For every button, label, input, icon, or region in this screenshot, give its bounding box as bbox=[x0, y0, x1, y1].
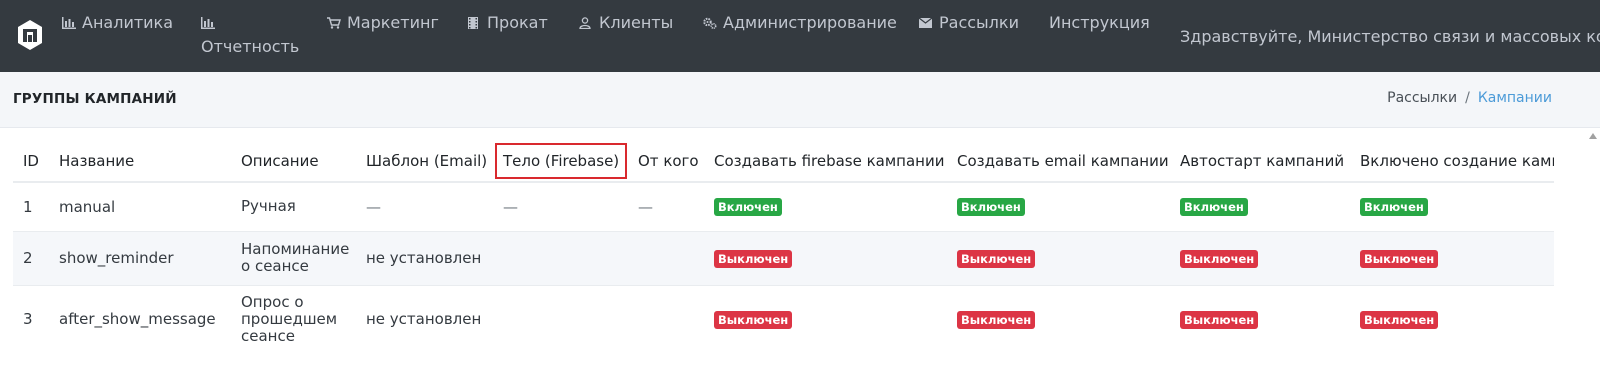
cell-autostart: Включен bbox=[1170, 181, 1350, 231]
cell-description: Ручная bbox=[231, 181, 356, 231]
cell-autostart: Выключен bbox=[1170, 230, 1350, 285]
nav-item-marketing[interactable]: Маркетинг bbox=[327, 14, 439, 32]
table-header-row: ID Название Описание Шаблон (Email) Тело… bbox=[13, 141, 1554, 183]
cell-name: manual bbox=[49, 181, 231, 231]
status-badge: Выключен bbox=[714, 310, 793, 329]
top-navbar: Аналитика Отчетность Маркетинг Прокат Кл… bbox=[0, 0, 1600, 72]
status-badge: Включен bbox=[1360, 198, 1428, 217]
cell-body-firebase bbox=[493, 230, 628, 285]
cell-description: Опрос о прошедшем сеансе bbox=[231, 284, 356, 353]
brand-logo[interactable] bbox=[17, 19, 43, 51]
status-badge: Выключен bbox=[957, 310, 1036, 329]
nav-label-administration: Администрирование bbox=[723, 13, 897, 32]
cart-icon bbox=[327, 17, 341, 29]
table-row[interactable]: 1 manual Ручная — — — Включен Включен Вк… bbox=[13, 181, 1554, 231]
status-badge: Выключен bbox=[1360, 249, 1439, 268]
nav-label-reports: Отчетность bbox=[201, 37, 300, 56]
cell-create-firebase: Включен bbox=[704, 181, 947, 231]
page-title: ГРУППЫ КАМПАНИЙ bbox=[13, 91, 177, 107]
campaign-groups-table-container: ID Название Описание Шаблон (Email) Тело… bbox=[13, 141, 1554, 390]
bar-chart-icon bbox=[201, 17, 215, 29]
status-badge: Включен bbox=[1180, 198, 1248, 217]
scroll-up-arrow-icon[interactable] bbox=[1589, 133, 1597, 139]
breadcrumb-separator: / bbox=[1465, 90, 1470, 106]
vertical-scrollbar[interactable] bbox=[1586, 128, 1600, 390]
description-line: Напоминание bbox=[241, 240, 350, 258]
user-greeting[interactable]: Здравствуйте, Министерство связи и массо… bbox=[1180, 27, 1600, 46]
breadcrumb-mailings[interactable]: Рассылки bbox=[1387, 90, 1457, 106]
cell-create-email: Выключен bbox=[947, 284, 1170, 353]
campaign-groups-table: ID Название Описание Шаблон (Email) Тело… bbox=[13, 141, 1554, 353]
column-header-name[interactable]: Название bbox=[49, 141, 231, 183]
description-line: Ручная bbox=[241, 197, 296, 216]
nav-item-reports[interactable]: Отчетность bbox=[201, 14, 299, 56]
status-badge: Включен bbox=[714, 198, 782, 217]
cell-id: 3 bbox=[13, 284, 49, 353]
bar-chart-icon bbox=[62, 17, 76, 29]
cell-from: — bbox=[628, 181, 704, 231]
status-badge: Выключен bbox=[1360, 310, 1439, 329]
cell-from bbox=[628, 284, 704, 353]
cell-autostart: Выключен bbox=[1170, 284, 1350, 353]
table-row[interactable]: 3 after_show_message Опрос о прошедшем сеа… bbox=[13, 284, 1554, 353]
cell-create-email: Выключен bbox=[947, 230, 1170, 285]
cell-create-email: Включен bbox=[947, 181, 1170, 231]
cell-creation-enabled: Выключен bbox=[1350, 230, 1554, 285]
column-header-create-email[interactable]: Создавать email кампании bbox=[947, 141, 1170, 183]
nav-label-mailings: Рассылки bbox=[939, 13, 1019, 32]
cell-name: show_reminder bbox=[49, 230, 231, 285]
cell-name: after_show_message bbox=[49, 284, 231, 353]
cell-create-firebase: Выключен bbox=[704, 284, 947, 353]
cell-template-email: не установлен bbox=[356, 284, 493, 353]
content-header: ГРУППЫ КАМПАНИЙ Рассылки / Кампании bbox=[0, 72, 1600, 128]
user-icon bbox=[579, 17, 593, 29]
cell-id: 1 bbox=[13, 181, 49, 231]
envelope-icon bbox=[919, 17, 933, 29]
nav-label-rental: Прокат bbox=[487, 13, 548, 32]
cell-creation-enabled: Включен bbox=[1350, 181, 1554, 231]
description-line: Опрос о bbox=[241, 292, 304, 311]
description-line: прошедшем bbox=[241, 309, 338, 328]
column-header-autostart[interactable]: Автостарт кампаний bbox=[1170, 141, 1350, 183]
cell-template-email: — bbox=[356, 181, 493, 231]
description-line: о сеансе bbox=[241, 257, 309, 275]
column-header-body-firebase[interactable]: Тело (Firebase) bbox=[493, 141, 628, 183]
nav-item-analytics[interactable]: Аналитика bbox=[62, 14, 173, 32]
status-badge: Выключен bbox=[1180, 249, 1259, 268]
cell-from bbox=[628, 230, 704, 285]
cell-body-firebase bbox=[493, 284, 628, 353]
description-line: сеансе bbox=[241, 326, 295, 345]
nav-item-instructions[interactable]: Инструкция bbox=[1049, 14, 1150, 32]
cell-create-firebase: Выключен bbox=[704, 230, 947, 285]
nav-item-administration[interactable]: Администрирование bbox=[703, 14, 897, 32]
column-header-create-firebase[interactable]: Создавать firebase кампании bbox=[704, 141, 947, 183]
status-badge: Включен bbox=[957, 198, 1025, 217]
nav-item-clients[interactable]: Клиенты bbox=[579, 14, 673, 32]
breadcrumb: Рассылки / Кампании bbox=[1387, 90, 1552, 106]
breadcrumb-campaigns: Кампании bbox=[1477, 90, 1552, 106]
column-header-id[interactable]: ID bbox=[13, 141, 49, 183]
column-header-creation-enabled[interactable]: Включено создание кампаний bbox=[1350, 141, 1554, 183]
nav-item-mailings[interactable]: Рассылки bbox=[919, 14, 1019, 32]
status-badge: Выключен bbox=[957, 249, 1036, 268]
column-header-template-email[interactable]: Шаблон (Email) bbox=[356, 141, 493, 183]
gears-icon bbox=[703, 17, 717, 29]
cell-id: 2 bbox=[13, 230, 49, 285]
nav-label-analytics: Аналитика bbox=[82, 13, 174, 32]
column-header-description[interactable]: Описание bbox=[231, 141, 356, 183]
cell-template-email: не установлен bbox=[356, 230, 493, 285]
nav-label-marketing: Маркетинг bbox=[347, 13, 439, 32]
cell-description: Напоминание о сеансе bbox=[231, 230, 356, 285]
cell-creation-enabled: Выключен bbox=[1350, 284, 1554, 353]
status-badge: Выключен bbox=[714, 249, 793, 268]
nav-item-rental[interactable]: Прокат bbox=[467, 14, 548, 32]
nav-label-instructions: Инструкция bbox=[1049, 13, 1150, 32]
column-header-from[interactable]: От кого bbox=[628, 141, 704, 183]
table-row[interactable]: 2 show_reminder Напоминание о сеансе не у… bbox=[13, 230, 1554, 285]
nav-label-clients: Клиенты bbox=[599, 13, 674, 32]
film-icon bbox=[467, 17, 481, 29]
cell-body-firebase: — bbox=[493, 181, 628, 231]
status-badge: Выключен bbox=[1180, 310, 1259, 329]
column-header-body-firebase-label: Тело (Firebase) bbox=[495, 143, 628, 179]
